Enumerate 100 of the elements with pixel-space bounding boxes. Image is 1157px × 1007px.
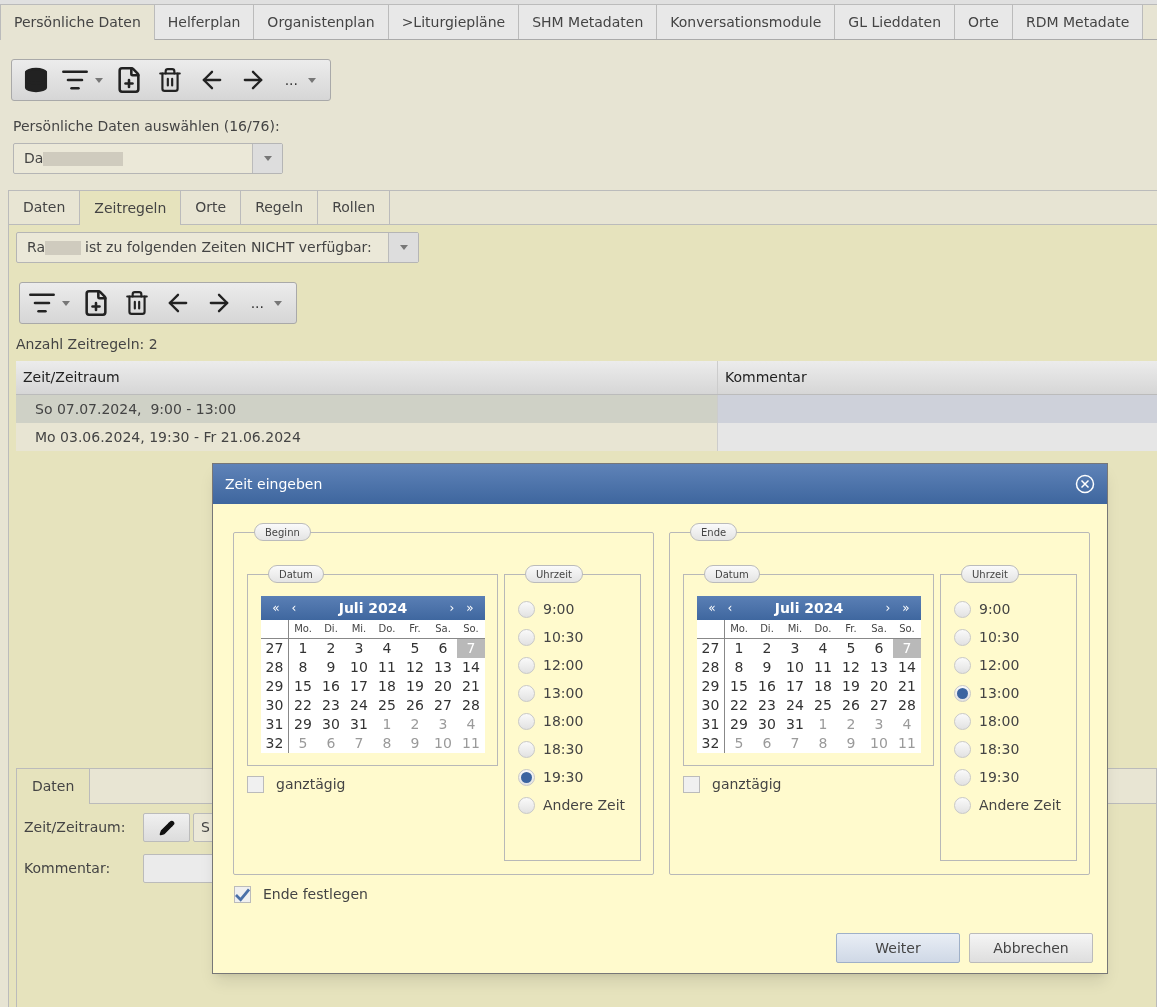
- calendar-day[interactable]: 21: [893, 677, 921, 696]
- calendar-day[interactable]: 9: [753, 658, 781, 677]
- module-tab[interactable]: GL Lieddaten: [835, 5, 956, 39]
- next-month-button[interactable]: ›: [881, 599, 895, 617]
- calendar-day[interactable]: 31: [781, 715, 809, 734]
- calendar-day[interactable]: 25: [373, 696, 401, 715]
- calendar-day[interactable]: 17: [345, 677, 373, 696]
- close-icon[interactable]: [1075, 474, 1095, 494]
- calendar-day[interactable]: 21: [457, 677, 485, 696]
- calendar-day[interactable]: 11: [809, 658, 837, 677]
- next-month-button[interactable]: ›: [445, 599, 459, 617]
- calendar-day[interactable]: 8: [725, 658, 753, 677]
- dialog-button[interactable]: Abbrechen: [969, 933, 1093, 963]
- calendar-day[interactable]: 29: [289, 715, 317, 734]
- module-tab[interactable]: RDM Metadate: [1012, 5, 1144, 39]
- radio-button[interactable]: [954, 600, 971, 618]
- module-tab[interactable]: >Liturgiepläne: [388, 5, 520, 39]
- calendar-day[interactable]: 5: [401, 639, 429, 658]
- checkbox[interactable]: [234, 886, 251, 903]
- calendar-day[interactable]: 27: [865, 696, 893, 715]
- radio-button[interactable]: [518, 796, 535, 814]
- calendar-day[interactable]: 19: [837, 677, 865, 696]
- module-tab[interactable]: Organistenplan: [254, 5, 389, 39]
- module-tab[interactable]: Konversationsmodule: [657, 5, 836, 39]
- radio-button[interactable]: [954, 796, 971, 814]
- column-header[interactable]: Zeit/Zeitraum: [16, 361, 718, 394]
- calendar-day[interactable]: 2: [753, 639, 781, 658]
- calendar-day[interactable]: 28: [457, 696, 485, 715]
- calendar-day[interactable]: 18: [373, 677, 401, 696]
- radio-button[interactable]: [954, 712, 971, 730]
- previous-month-button[interactable]: ‹: [723, 599, 737, 617]
- calendar-day[interactable]: 5: [837, 639, 865, 658]
- calendar-day[interactable]: 10: [781, 658, 809, 677]
- calendar-day[interactable]: 20: [865, 677, 893, 696]
- calendar-day[interactable]: 6: [865, 639, 893, 658]
- calendar-day[interactable]: 18: [809, 677, 837, 696]
- calendar-day[interactable]: 23: [317, 696, 345, 715]
- calendar-day[interactable]: 23: [753, 696, 781, 715]
- checkbox[interactable]: [247, 776, 264, 793]
- radio-button[interactable]: [518, 656, 535, 674]
- detail-tab[interactable]: Daten: [17, 769, 91, 804]
- calendar-day[interactable]: 30: [753, 715, 781, 734]
- radio-button[interactable]: [518, 684, 535, 702]
- calendar-day[interactable]: 6: [429, 639, 457, 658]
- radio-button[interactable]: [954, 740, 971, 758]
- calendar-day[interactable]: 13: [865, 658, 893, 677]
- calendar-day[interactable]: 17: [781, 677, 809, 696]
- calendar-day[interactable]: 10: [345, 658, 373, 677]
- calendar-day[interactable]: 15: [725, 677, 753, 696]
- calendar-day[interactable]: 20: [429, 677, 457, 696]
- calendar-day[interactable]: 12: [837, 658, 865, 677]
- radio-button[interactable]: [518, 768, 535, 786]
- radio-button[interactable]: [518, 600, 535, 618]
- radio-button[interactable]: [954, 628, 971, 646]
- radio-button[interactable]: [518, 740, 535, 758]
- calendar-day[interactable]: 9: [317, 658, 345, 677]
- calendar-day[interactable]: 28: [893, 696, 921, 715]
- dialog-button[interactable]: Weiter: [836, 933, 960, 963]
- more-button[interactable]: ...: [276, 63, 324, 97]
- next-year-button[interactable]: »: [463, 599, 477, 617]
- checkbox[interactable]: [683, 776, 700, 793]
- person-select[interactable]: Da: [13, 143, 283, 174]
- section-tab[interactable]: Zeitregeln: [80, 191, 182, 225]
- module-tab[interactable]: Orte: [955, 5, 1013, 39]
- calendar-day[interactable]: 24: [781, 696, 809, 715]
- next-year-button[interactable]: »: [899, 599, 913, 617]
- calendar-day[interactable]: 15: [289, 677, 317, 696]
- calendar-day[interactable]: 26: [401, 696, 429, 715]
- calendar-day[interactable]: 16: [317, 677, 345, 696]
- radio-button[interactable]: [518, 712, 535, 730]
- previous-year-button[interactable]: «: [269, 599, 283, 617]
- radio-button[interactable]: [954, 768, 971, 786]
- radio-button[interactable]: [954, 656, 971, 674]
- calendar-day[interactable]: 1: [725, 639, 753, 658]
- calendar-day[interactable]: 3: [781, 639, 809, 658]
- module-tab[interactable]: SHM Metadaten: [519, 5, 658, 39]
- calendar-day[interactable]: 11: [373, 658, 401, 677]
- module-tab[interactable]: Persönliche Daten: [0, 5, 155, 40]
- calendar-day[interactable]: 13: [429, 658, 457, 677]
- radio-button[interactable]: [954, 684, 971, 702]
- calendar-day[interactable]: 29: [725, 715, 753, 734]
- calendar-day[interactable]: 4: [373, 639, 401, 658]
- calendar-day[interactable]: 12: [401, 658, 429, 677]
- availability-select[interactable]: Ra ist zu folgenden Zeiten NICHT verfügbar:: [16, 232, 419, 263]
- calendar-day[interactable]: 26: [837, 696, 865, 715]
- calendar-day[interactable]: 19: [401, 677, 429, 696]
- module-tab[interactable]: Helferplan: [154, 5, 255, 39]
- calendar-day[interactable]: 31: [345, 715, 373, 734]
- calendar-day[interactable]: 8: [289, 658, 317, 677]
- edit-button[interactable]: [143, 813, 190, 842]
- more-button[interactable]: ...: [242, 286, 290, 320]
- table-row[interactable]: Mo 03.06.2024, 19:30 - Fr 21.06.2024: [16, 423, 1157, 451]
- calendar-day[interactable]: 22: [289, 696, 317, 715]
- calendar-day[interactable]: 27: [429, 696, 457, 715]
- column-header[interactable]: Kommentar: [718, 361, 1157, 394]
- calendar-day[interactable]: 4: [809, 639, 837, 658]
- calendar-day[interactable]: 14: [457, 658, 485, 677]
- table-row[interactable]: So 07.07.2024, 9:00 - 13:00: [16, 395, 1157, 423]
- calendar-day[interactable]: 3: [345, 639, 373, 658]
- calendar-day[interactable]: 25: [809, 696, 837, 715]
